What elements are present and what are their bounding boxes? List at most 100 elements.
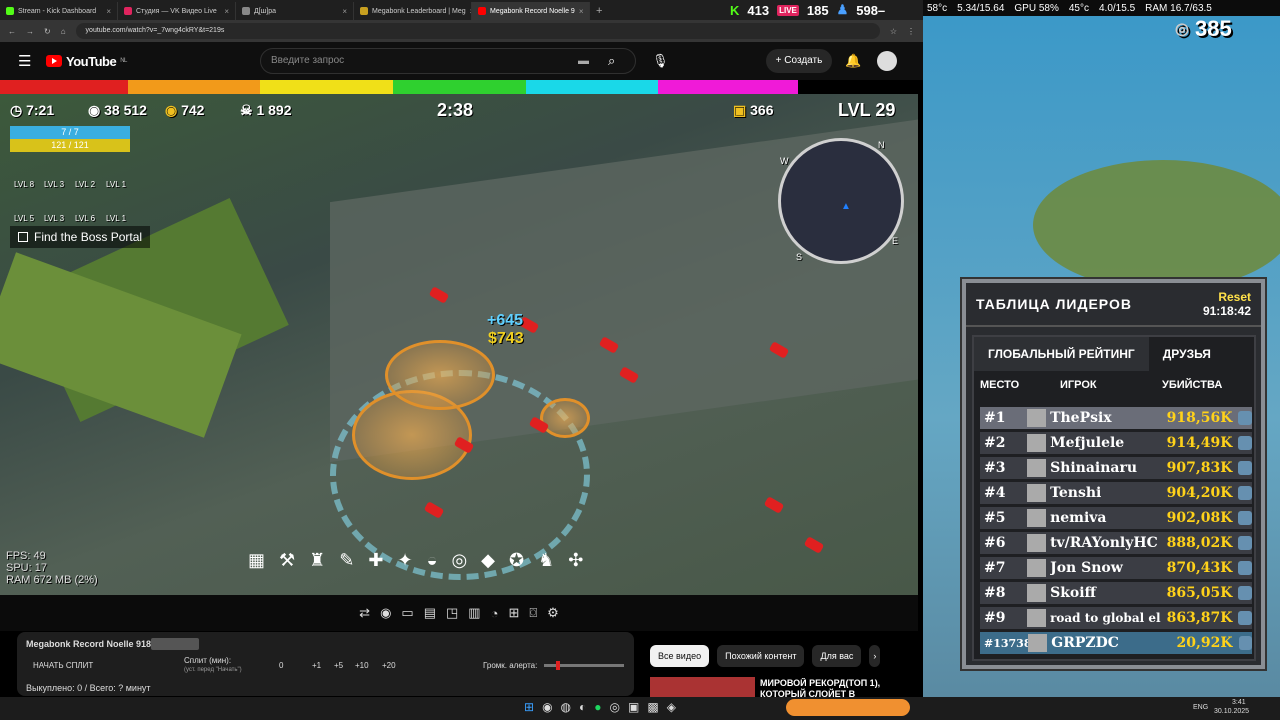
ram-text: RAM 672 MB (2%) (6, 574, 98, 586)
tab-friends[interactable]: ДРУЗЬЯ (1149, 337, 1225, 371)
add-icon[interactable]: ⊞ (508, 605, 519, 621)
spotify-icon[interactable]: ● (594, 700, 601, 714)
search-icon[interactable]: ⌕ (608, 53, 615, 69)
enemy (763, 496, 785, 514)
recommended-title[interactable]: МИРОВОЙ РЕКОРД(ТОП 1), КОТОРЫЙ СЛОЙЕТ В (760, 678, 900, 697)
start-split-button[interactable]: НАЧАТЬ СПЛИТ (33, 661, 93, 670)
avatar (1026, 459, 1047, 477)
row-kills: 902,08K (1166, 510, 1233, 526)
browser-tab-active[interactable]: Megabonk Record Noelle 9 × (472, 2, 590, 20)
speed-icon[interactable]: ◔ (491, 606, 499, 621)
leaderboard-row[interactable]: #8 Skoiff 865,05K (980, 582, 1252, 604)
tab-global[interactable]: ГЛОБАЛЬНЫЙ РЕЙТИНГ (974, 337, 1149, 371)
avatar[interactable] (877, 51, 897, 71)
xp-bar: 121 / 121 (10, 139, 130, 152)
row-kills: 918,56K (1166, 410, 1233, 426)
region-code: NL (120, 58, 127, 64)
app-icon[interactable]: ▩ (647, 700, 658, 714)
increment-button[interactable]: +10 (355, 661, 369, 670)
row-rank: #137381 (984, 636, 1040, 650)
slider-handle[interactable] (556, 661, 560, 670)
increment-button[interactable]: +1 (312, 661, 321, 670)
reload-icon[interactable]: ↻ (44, 27, 51, 36)
browser-tab[interactable]: Студия — VK Видео Live × (118, 2, 236, 20)
gear-icon[interactable]: ⚙ (547, 605, 559, 621)
home-icon[interactable]: ⌂ (61, 27, 66, 36)
tab-title: Stream - Kick Dashboard (18, 7, 97, 15)
forward-icon[interactable]: → (26, 27, 34, 36)
clapper-icon[interactable]: ▤ (424, 605, 436, 621)
create-button[interactable]: + Создать (766, 49, 832, 73)
youtube-icon (478, 7, 486, 15)
video-player[interactable]: ◷ 7:21 ◉ 38 512 ◉ 742 ☠ 1 892 2:38 ▣ 366… (0, 80, 918, 595)
address-bar: ← → ↻ ⌂ youtube.com/watch?v=_7wng4ckRY&t… (0, 20, 923, 42)
leaderboard-row[interactable]: #2 Mefjulele 914,49K (980, 432, 1252, 454)
clock-time[interactable]: 3:41 (1232, 699, 1246, 706)
broadcast-icon[interactable]: ◉ (380, 605, 391, 621)
app-icon[interactable]: ▣ (628, 700, 639, 714)
youtube-logo[interactable]: YouTube NL (46, 54, 127, 69)
menu-icon[interactable]: ⋮ (907, 27, 915, 36)
spu-text: SPU: 17 (6, 562, 47, 574)
leaderboard-row[interactable]: #6 tv/RAYonlyHC 888,02K (980, 532, 1252, 554)
leaderboard-row[interactable]: #7 Jon Snow 870,43K (980, 557, 1252, 579)
promo-widget[interactable] (786, 699, 910, 716)
row-name: nemiva (1050, 510, 1107, 526)
new-tab-button[interactable]: + (590, 2, 608, 20)
split-value[interactable]: 0 (279, 661, 283, 670)
split-hint: (уст. перед "Начать") (184, 667, 242, 673)
leaderboard-row[interactable]: #1 ThePsix 918,56K (980, 407, 1252, 429)
cpu-temp: 58°с (927, 2, 948, 14)
clock-date[interactable]: 30.10.2025 (1214, 708, 1249, 715)
quest-text: Find the Boss Portal (34, 230, 143, 244)
alert-volume-slider[interactable] (544, 661, 624, 670)
screen-icon[interactable]: ▭ (401, 605, 413, 621)
app-icon[interactable]: ◈ (667, 700, 676, 714)
microphone-icon[interactable]: 🎙 (652, 53, 669, 69)
app-icon[interactable]: ◎ (610, 700, 620, 714)
repeat-icon[interactable]: ⇄ (359, 605, 370, 621)
back-icon[interactable]: ← (8, 27, 16, 36)
close-icon[interactable]: × (342, 7, 347, 16)
hamburger-icon[interactable]: ☰ (18, 52, 31, 70)
leaderboard-row-self[interactable]: #137381 GRPZDC 20,92K (980, 632, 1253, 654)
browser-tab[interactable]: Megabonk Leaderboard | Meg× (354, 2, 472, 20)
discord-icon[interactable]: ◍ (561, 700, 571, 714)
avatar (1028, 634, 1048, 652)
star-icon[interactable]: ☆ (890, 27, 897, 36)
windows-icon[interactable]: ⊞ (524, 700, 534, 714)
steam-icon[interactable]: ◐ (579, 700, 586, 714)
language-indicator[interactable]: ENG (1193, 704, 1208, 711)
camera-icon[interactable]: ⌼ (529, 605, 537, 621)
increment-button[interactable]: +20 (382, 661, 396, 670)
row-rank: #6 (984, 535, 1006, 551)
browser-tab[interactable]: Stream - Kick Dashboard × (0, 2, 118, 20)
leaderboard-row[interactable]: #4 Tenshi 904,20K (980, 482, 1252, 504)
increment-button[interactable]: +5 (334, 661, 343, 670)
chrome-icon[interactable]: ◉ (542, 700, 552, 714)
pip-icon[interactable]: ◳ (446, 605, 458, 621)
url-field[interactable]: youtube.com/watch?v=_7wng4ckRY&t=219s (75, 23, 880, 39)
item-icon: ♜ (309, 550, 326, 570)
leaderboard-row[interactable]: #9 road to global el 863,87K (980, 607, 1252, 629)
row-kills: 888,02K (1166, 535, 1233, 551)
chip-similar[interactable]: Похожий контент (717, 645, 805, 667)
chip-for-you[interactable]: Для вас (812, 645, 862, 667)
chevron-right-icon[interactable]: › (869, 645, 881, 667)
bell-icon[interactable]: 🔔 (845, 53, 861, 69)
leaderboard-row[interactable]: #5 nemiva 902,08K (980, 507, 1252, 529)
tome-level: LVL 3 (44, 214, 65, 223)
copy-button[interactable] (151, 638, 199, 650)
close-icon[interactable]: × (224, 7, 229, 16)
close-icon[interactable]: × (106, 7, 111, 16)
chip-all[interactable]: Все видео (650, 645, 710, 667)
close-icon[interactable]: × (579, 7, 584, 16)
grid-icon[interactable]: ▥ (468, 605, 480, 621)
keyboard-icon[interactable]: ▬ (578, 55, 589, 67)
row-rank: #1 (984, 410, 1006, 426)
recommended-thumbnail[interactable] (650, 677, 755, 697)
leaderboard-row[interactable]: #3 Shinainaru 907,83K (980, 457, 1252, 479)
character-icon (1238, 461, 1252, 475)
row-kills: 865,05K (1166, 585, 1233, 601)
browser-tab[interactable]: Д[ш]ра × (236, 2, 354, 20)
